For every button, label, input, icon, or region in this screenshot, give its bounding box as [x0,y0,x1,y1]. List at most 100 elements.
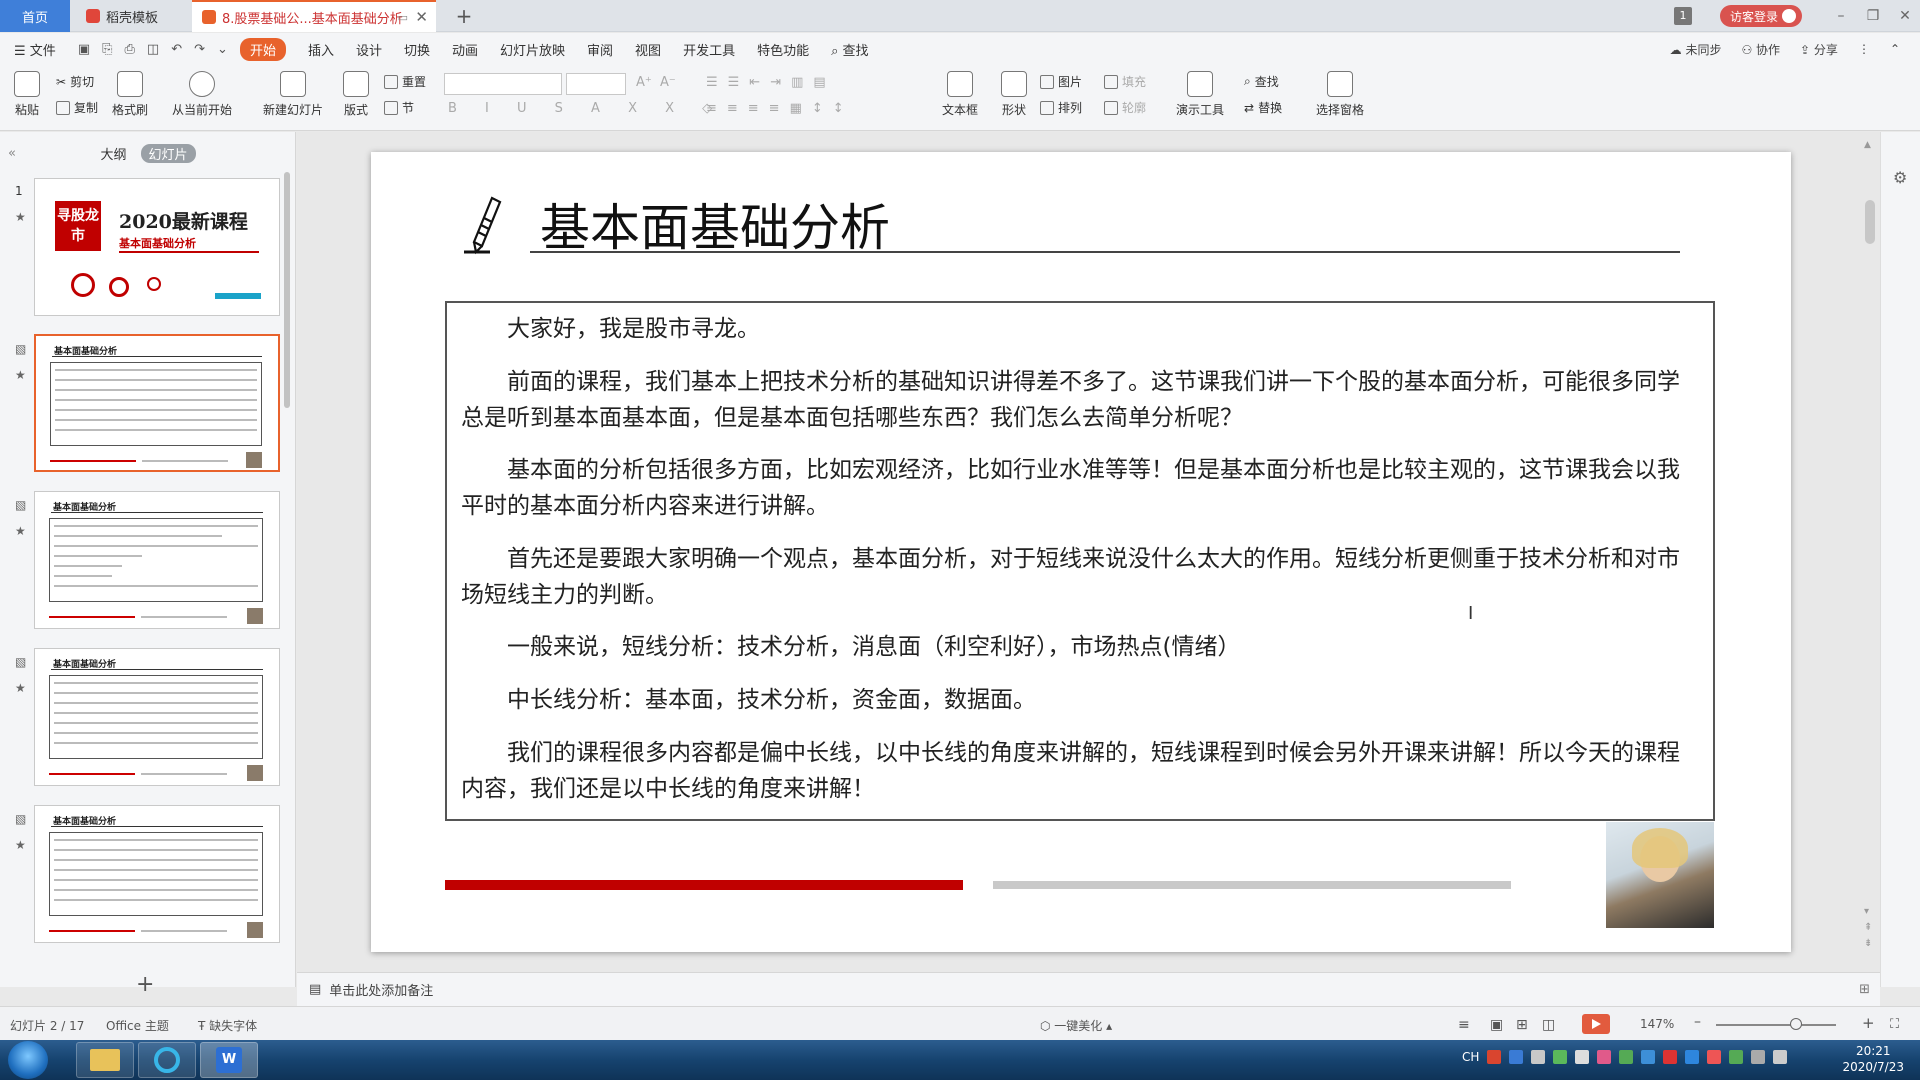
selection-pane-button[interactable]: 选择窗格 [1314,69,1366,118]
qq-icon[interactable] [1641,1050,1656,1064]
find-button[interactable]: ⌕ 查找 [1244,73,1279,90]
zoom-slider[interactable] [1716,1024,1836,1026]
pin-icon[interactable]: ▭ [398,11,408,24]
scroll-up-icon[interactable]: ▲ [1864,140,1871,150]
share-button[interactable]: ⇪ 分享 [1800,41,1838,58]
login-button[interactable]: 访客登录 [1720,5,1802,27]
network-tray-icon[interactable] [1619,1050,1634,1064]
canvas-scrollbar[interactable] [1865,200,1875,244]
align-buttons[interactable]: ≡≡≡≡▦↕↕ [706,101,854,116]
ime-indicator[interactable]: CH [1462,1050,1479,1064]
paste-button[interactable]: 粘贴 [10,69,44,118]
undo-icon[interactable]: ↶ [171,42,182,57]
slide-thumbnail-2[interactable]: 基本面基础分析 [34,334,280,472]
new-tab-button[interactable]: + [450,0,478,32]
clock[interactable]: 20:21 2020/7/23 [1842,1043,1904,1075]
notification-icon[interactable] [1575,1050,1590,1064]
help-icon[interactable] [1509,1050,1524,1064]
tab-document[interactable]: 8.股票基础公...基本面基础分析 ▭ ✕ [192,0,436,32]
restore-icon[interactable]: ❐ [1858,0,1888,32]
more-icon[interactable]: ⋮ [1858,42,1870,56]
theme-name[interactable]: Office 主题 [106,1017,169,1034]
list-buttons[interactable]: ☰☰⇤⇥▥▤ [706,75,836,90]
menu-start[interactable]: 开始 [239,37,286,61]
sorter-view-icon[interactable]: ⊞ [1516,1017,1528,1033]
font-name-select[interactable] [444,73,562,95]
font-style-buttons[interactable]: B I U S A X X ◇ [448,101,724,116]
slide-thumbnail-5[interactable]: 基本面基础分析 [34,805,280,943]
zoom-level[interactable]: 147% [1640,1017,1674,1031]
zoom-out-icon[interactable]: – [1694,1014,1701,1030]
shrink-font-icon[interactable]: A⁻ [660,75,676,90]
page-nav-icon[interactable]: ▾ ⇞ ⇟ [1864,904,1872,952]
menu-search[interactable]: ⌕ 查找 [831,40,868,59]
explorer-taskbar-button[interactable] [76,1042,134,1078]
slide-thumbnail-1[interactable]: 寻股龙市 2020最新课程 基本面基础分析 [34,178,280,316]
battery-icon[interactable] [1553,1050,1568,1064]
preview-icon[interactable]: ◫ [147,42,159,57]
fit-window-icon[interactable]: ⛶ [1890,1017,1899,1032]
slide-thumbnail-3[interactable]: 基本面基础分析 [34,491,280,629]
presenter-photo[interactable] [1606,822,1714,928]
browser-taskbar-button[interactable] [138,1042,196,1078]
menu-review[interactable]: 审阅 [587,40,613,59]
tab-template[interactable]: 稻壳模板 [76,0,188,32]
tab-outline[interactable]: 大纲 [100,144,126,163]
menu-animation[interactable]: 动画 [452,40,478,59]
picture-button[interactable]: 图片 [1040,73,1082,90]
notes-pane[interactable]: ▤ 单击此处添加备注 ⊞ [297,972,1880,1006]
format-painter-button[interactable]: 格式刷 [108,69,152,118]
ime-mode-icon[interactable] [1707,1050,1722,1064]
close-window-icon[interactable]: ✕ [1890,0,1920,32]
print-icon[interactable]: ⎙ [125,42,135,57]
wechat-icon[interactable] [1729,1050,1744,1064]
shape-button[interactable]: 形状 [994,69,1034,118]
beautify-button[interactable]: ⬡ 一键美化 ▴ [1040,1017,1112,1034]
fill-button[interactable]: 填充 [1104,73,1146,90]
tab-slides[interactable]: 幻灯片 [140,144,196,163]
grow-font-icon[interactable]: A⁺ [636,75,652,90]
export-icon[interactable]: ⎘ [102,42,112,57]
replace-button[interactable]: ⇄ 替换 [1244,99,1282,116]
window-count-badge[interactable]: 1 [1674,7,1692,25]
menu-slideshow[interactable]: 幻灯片放映 [500,40,565,59]
collab-button[interactable]: ⚇ 协作 [1741,41,1780,58]
slideshow-play-button[interactable] [1582,1014,1610,1034]
menu-transition[interactable]: 切换 [404,40,430,59]
content-text-box[interactable]: 大家好，我是股市寻龙。 前面的课程，我们基本上把技术分析的基础知识讲得差不多了。… [445,301,1715,821]
close-tab-icon[interactable]: ✕ [415,8,428,26]
cut-button[interactable]: ✂ 剪切 [56,73,94,90]
slide-thumbnail-4[interactable]: 基本面基础分析 [34,648,280,786]
redo-icon[interactable]: ↷ [194,42,205,57]
reset-button[interactable]: 重置 [384,73,426,90]
grid-icon[interactable]: ⊞ [1859,982,1870,997]
normal-view-icon[interactable]: ▣ [1490,1017,1503,1033]
font-size-select[interactable] [566,73,626,95]
presentation-tools-button[interactable]: 演示工具 [1172,69,1228,118]
save-icon[interactable]: ▣ [78,42,90,57]
sync-status[interactable]: ☁ 未同步 [1670,41,1722,58]
volume-icon[interactable] [1773,1050,1788,1064]
section-button[interactable]: 节 [384,99,414,116]
add-slide-button[interactable]: + [136,972,154,997]
properties-icon[interactable]: ⚙ [1893,168,1907,187]
collapse-ribbon-icon[interactable]: ⌃ [1890,42,1900,56]
zoom-in-icon[interactable]: + [1862,1014,1875,1032]
play-from-current-button[interactable]: 从当前开始 [166,69,238,118]
tab-home[interactable]: 首页 [0,0,70,32]
menu-insert[interactable]: 插入 [308,40,334,59]
slide-title[interactable]: 基本面基础分析 [540,188,890,260]
cloud-icon[interactable] [1685,1050,1700,1064]
menu-special[interactable]: 特色功能 [757,40,809,59]
security-icon[interactable] [1663,1050,1678,1064]
outline-button[interactable]: 轮廓 [1104,99,1146,116]
settings-icon[interactable] [1531,1050,1546,1064]
text-box-button[interactable]: 文本框 [938,69,982,118]
missing-font-button[interactable]: Ŧ 缺失字体 [198,1017,257,1034]
network-icon[interactable] [1751,1050,1766,1064]
menu-view[interactable]: 视图 [635,40,661,59]
new-slide-button[interactable]: 新建幻灯片 [256,69,330,118]
layout-button[interactable]: 版式 [338,69,374,118]
copy-button[interactable]: 复制 [56,99,98,116]
arrange-button[interactable]: 排列 [1040,99,1082,116]
